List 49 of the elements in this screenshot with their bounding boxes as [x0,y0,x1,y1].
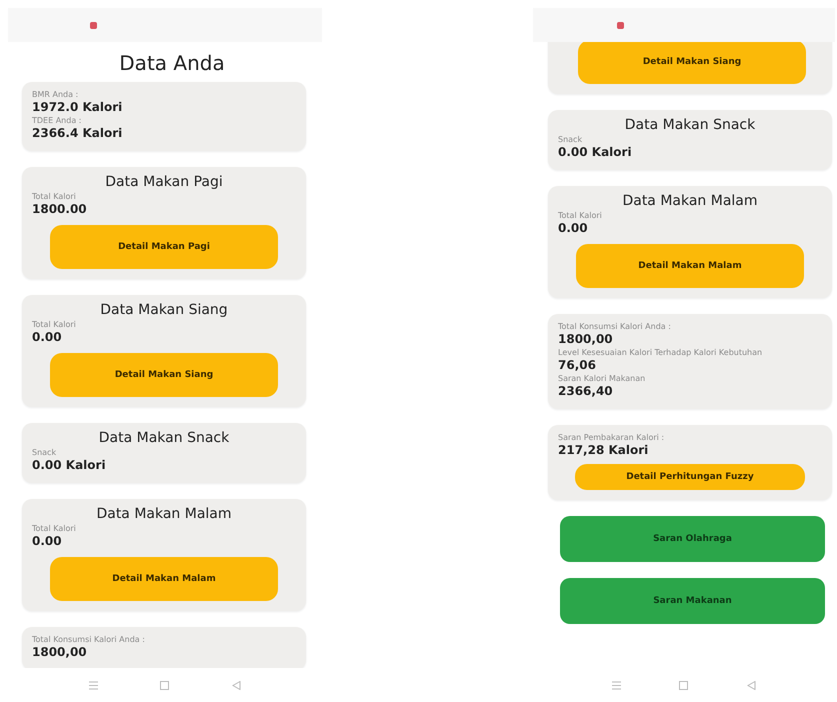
notification-icon [90,22,97,28]
detail-button[interactable]: Detail Makan Siang [578,42,806,84]
field-value: 0.00 [32,534,63,549]
field-label: TDEE Anda : [32,115,82,126]
field-label: Total Konsumsi Kalori Anda : [558,321,672,332]
field-value: 0.00 [558,221,589,236]
field-value: 1800.00 [32,202,88,217]
field-label: Level Kesesuaian Kalori Terhadap Kalori Kebutuhan [558,347,764,358]
card-heading: Data Makan Snack [98,430,230,447]
field-value: 217,28 Kalori [558,443,650,458]
field-value: 1972.0 Kalori [32,100,124,115]
back-icon[interactable] [232,680,241,690]
field-label: Saran Pembakaran Kalori : [558,432,666,443]
field-label: Saran Kalori Makanan [558,373,646,384]
detail-button[interactable]: Detail Makan Malam [576,244,804,288]
card-heading: Data Makan Snack [624,117,756,134]
card-heading: Data Makan Pagi [104,174,224,191]
page-title: Data Anda [118,50,226,77]
field-value: 0.00 Kalori [32,458,107,473]
field-value: 0.00 [32,330,63,345]
field-value: 1800,00 [32,645,88,660]
notification-icon [617,22,624,28]
detail-button[interactable]: Detail Makan Pagi [50,225,278,269]
card-heading: Data Makan Malam [95,506,233,523]
menu-icon[interactable] [612,680,622,690]
detail-button[interactable]: Detail Perhitungan Fuzzy [575,464,805,490]
field-value: 0.00 Kalori [558,145,633,160]
field-value: 2366,40 [558,384,614,399]
detail-button[interactable]: Detail Makan Malam [50,557,278,601]
field-value: 1800,00 [558,332,614,347]
card-heading: Data Makan Siang [99,302,229,319]
field-label: Total Kalori [32,191,77,202]
field-label: BMR Anda : [32,89,80,100]
field-label: Total Kalori [558,210,603,221]
home-icon[interactable] [160,680,170,690]
field-label: Snack [558,134,584,145]
home-icon[interactable] [679,680,688,690]
field-label: Total Kalori [32,319,77,330]
field-value: 2366.4 Kalori [32,126,124,141]
back-icon[interactable] [746,680,756,690]
menu-icon[interactable] [89,680,98,690]
card-heading: Data Makan Malam [621,193,759,210]
field-value: 76,06 [558,358,597,373]
action-button[interactable]: Saran Makanan [560,578,825,624]
detail-button[interactable]: Detail Makan Siang [50,353,278,397]
field-label: Snack [32,447,58,458]
field-label: Total Kalori [32,523,77,534]
action-button[interactable]: Saran Olahraga [560,516,825,562]
field-label: Total Konsumsi Kalori Anda : [32,634,146,645]
